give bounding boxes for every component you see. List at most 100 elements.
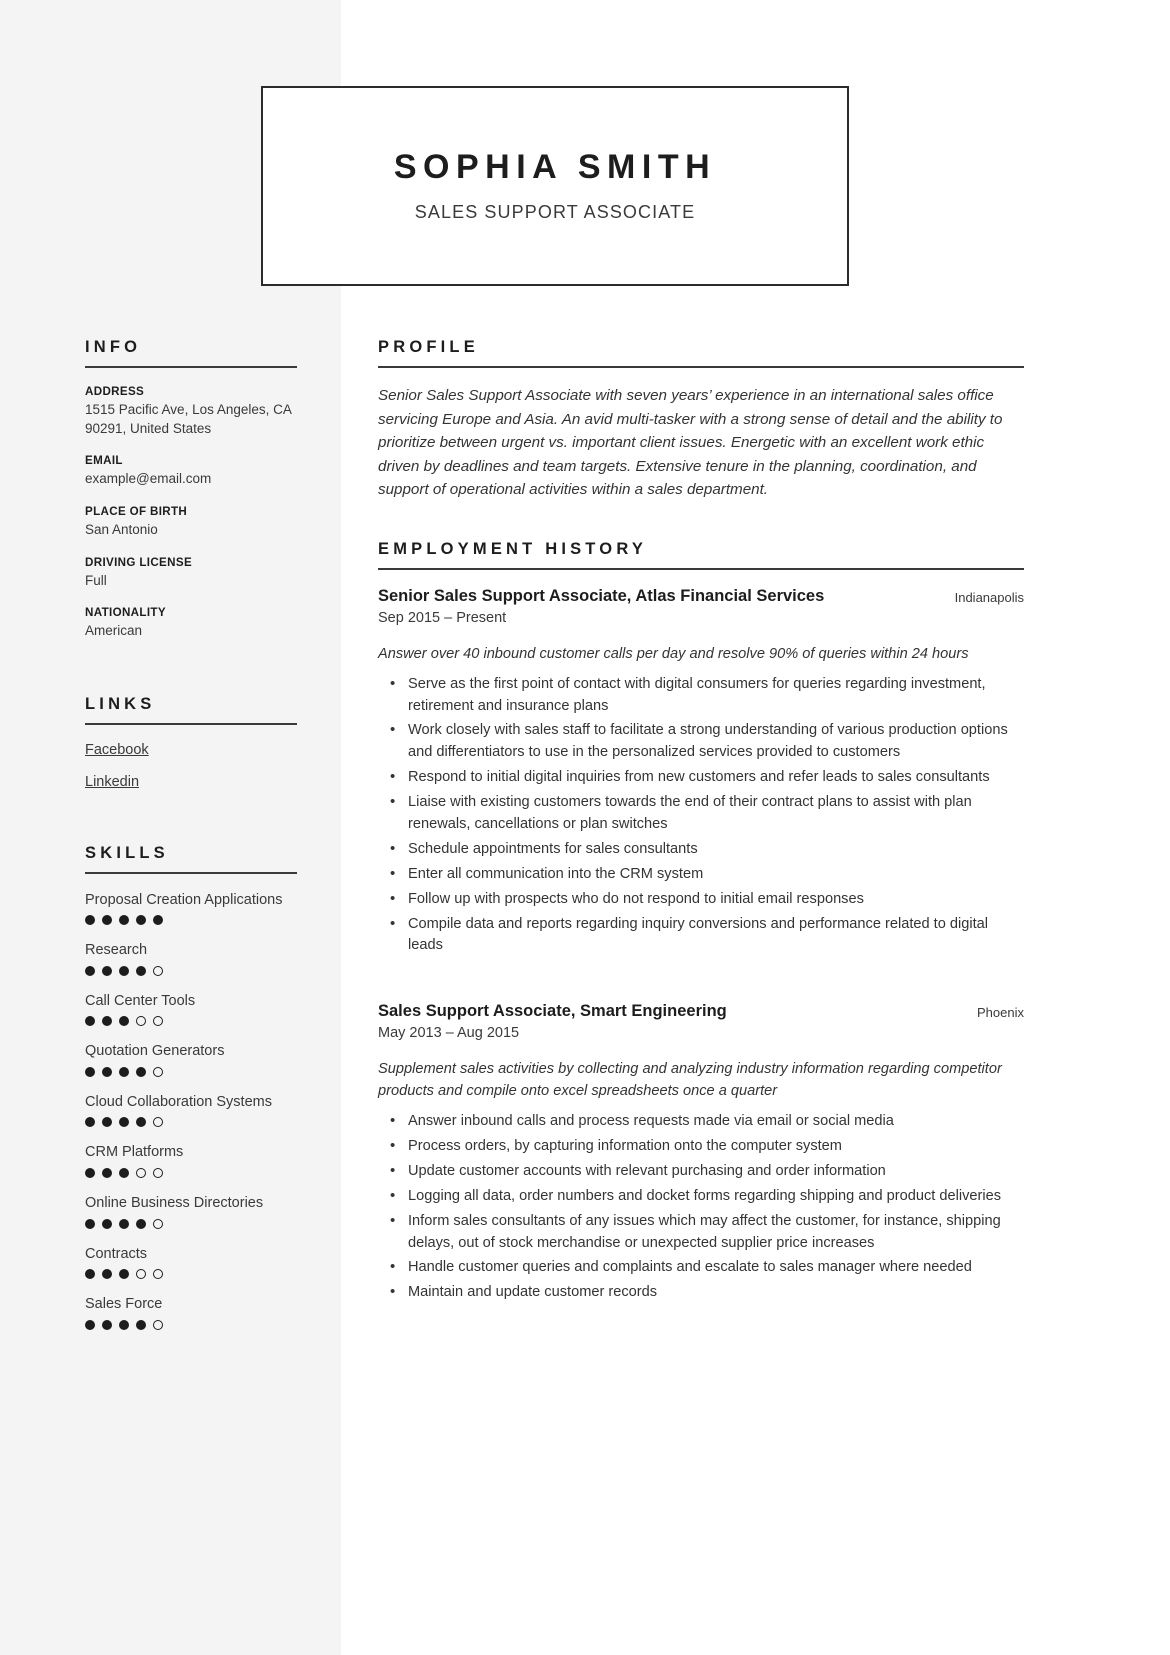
job-bullet-list: Answer inbound calls and process request… (378, 1110, 1024, 1304)
job-location: Phoenix (977, 1005, 1024, 1021)
rating-dot-filled (85, 1168, 95, 1179)
job-bullet: Answer inbound calls and process request… (390, 1110, 1024, 1133)
skill-item: Proposal Creation Applications (85, 891, 297, 926)
info-label: EMAIL (85, 454, 123, 468)
info-field-nationality: NATIONALITY American (85, 606, 297, 641)
skill-rating (85, 915, 297, 926)
links-list: Facebook Linkedin (85, 742, 297, 790)
rating-dot-filled (136, 1117, 146, 1128)
skill-name: Call Center Tools (85, 992, 196, 1009)
sidebar: INFO ADDRESS 1515 Pacific Ave, Los Angel… (85, 338, 297, 1346)
rating-dot-filled (102, 1117, 112, 1128)
rating-dot-filled (85, 1319, 95, 1330)
info-value: American (85, 623, 143, 639)
job-summary: Supplement sales activities by collectin… (378, 1061, 1002, 1100)
job-dates: May 2013 – Aug 2015 (378, 1025, 520, 1042)
job-bullet-list: Serve as the first point of contact with… (378, 673, 1024, 958)
rating-dot-empty (136, 1269, 146, 1280)
rating-dot-filled (85, 1117, 95, 1128)
job-role: Sales Support Associate, Smart Engineeri… (378, 1002, 727, 1021)
skill-item: Quotation Generators (85, 1042, 297, 1077)
links-section: LINKS Facebook Linkedin (85, 695, 297, 790)
job-entry: Sales Support Associate, Smart Engineeri… (378, 1001, 1024, 1304)
link-facebook[interactable]: Facebook (85, 742, 149, 758)
skill-name: Research (85, 942, 148, 959)
skill-item: Cloud Collaboration Systems (85, 1093, 297, 1128)
skill-item: Online Business Directories (85, 1194, 297, 1229)
skill-name: Sales Force (85, 1296, 163, 1313)
skill-rating (85, 1319, 297, 1330)
info-field-email: EMAIL example@email.com (85, 454, 297, 489)
rating-dot-filled (119, 1168, 129, 1179)
job-bullet: Serve as the first point of contact with… (390, 673, 1024, 718)
rating-dot-empty (153, 1117, 163, 1128)
skill-name: CRM Platforms (85, 1144, 184, 1161)
skills-section-heading: SKILLS (85, 843, 169, 862)
job-bullet: Logging all data, order numbers and dock… (390, 1185, 1024, 1208)
job-location: Indianapolis (954, 589, 1024, 605)
rating-dot-filled (119, 915, 129, 926)
links-section-heading: LINKS (85, 694, 156, 713)
profile-text: Senior Sales Support Associate with seve… (378, 387, 1003, 499)
rating-dot-empty (153, 1168, 163, 1179)
rating-dot-filled (119, 1218, 129, 1229)
rating-dot-filled (136, 915, 146, 926)
job-bullet: Process orders, by capturing information… (390, 1135, 1024, 1158)
info-section-heading: INFO (85, 338, 142, 356)
info-label: PLACE OF BIRTH (85, 504, 188, 518)
info-label: NATIONALITY (85, 606, 166, 620)
job-bullet: Compile data and reports regarding inqui… (390, 913, 1024, 958)
rating-dot-filled (119, 1117, 129, 1128)
rating-dot-filled (85, 1016, 95, 1027)
rating-dot-filled (85, 1269, 95, 1280)
rating-dot-empty (153, 1016, 163, 1027)
info-divider (85, 366, 297, 368)
skill-rating (85, 1168, 297, 1179)
skill-rating (85, 1269, 297, 1280)
info-value: 1515 Pacific Ave, Los Angeles, CA 90291,… (85, 402, 292, 436)
info-field-address: ADDRESS 1515 Pacific Ave, Los Angeles, C… (85, 385, 297, 438)
rating-dot-empty (136, 1016, 146, 1027)
job-bullet: Update customer accounts with relevant p… (390, 1160, 1024, 1183)
job-title-subheading: SALES SUPPORT ASSOCIATE (414, 202, 696, 223)
rating-dot-filled (119, 1066, 129, 1077)
rating-dot-filled (119, 965, 129, 976)
info-section: INFO ADDRESS 1515 Pacific Ave, Los Angel… (85, 338, 297, 641)
skill-rating (85, 1066, 297, 1077)
rating-dot-filled (102, 1016, 112, 1027)
job-spacer (378, 967, 1024, 1001)
skill-name: Quotation Generators (85, 1043, 225, 1060)
rating-dot-filled (85, 1218, 95, 1229)
rating-dot-filled (119, 1269, 129, 1280)
job-header: Sales Support Associate, Smart Engineeri… (378, 1001, 1024, 1023)
skill-rating (85, 965, 297, 976)
rating-dot-filled (136, 1066, 146, 1077)
rating-dot-filled (102, 1218, 112, 1229)
info-value: San Antonio (85, 521, 158, 537)
page-title: SOPHIA SMITH (393, 147, 717, 186)
rating-dot-filled (102, 1066, 112, 1077)
info-field-place-of-birth: PLACE OF BIRTH San Antonio (85, 505, 297, 540)
info-label: DRIVING LICENSE (85, 555, 193, 569)
info-value: example@email.com (85, 471, 212, 487)
info-field-driving-license: DRIVING LICENSE Full (85, 556, 297, 591)
job-bullet: Liaise with existing customers towards t… (390, 791, 1024, 836)
rating-dot-empty (153, 1319, 163, 1330)
main-content: PROFILE Senior Sales Support Associate w… (378, 338, 1024, 1314)
rating-dot-filled (119, 1016, 129, 1027)
job-summary: Answer over 40 inbound customer calls pe… (378, 645, 969, 662)
skill-item: Research (85, 941, 297, 976)
rating-dot-empty (153, 1218, 163, 1229)
skill-item: Sales Force (85, 1295, 297, 1330)
skill-rating (85, 1218, 297, 1229)
rating-dot-filled (85, 965, 95, 976)
rating-dot-filled (102, 965, 112, 976)
profile-section-heading: PROFILE (378, 338, 479, 356)
link-linkedin[interactable]: Linkedin (85, 774, 139, 790)
skills-list: Proposal Creation Applications Research Ca… (85, 891, 297, 1330)
skill-name: Contracts (85, 1245, 148, 1262)
job-entry: Senior Sales Support Associate, Atlas Fi… (378, 586, 1024, 958)
rating-dot-filled (102, 915, 112, 926)
job-role: Senior Sales Support Associate, Atlas Fi… (378, 586, 825, 605)
